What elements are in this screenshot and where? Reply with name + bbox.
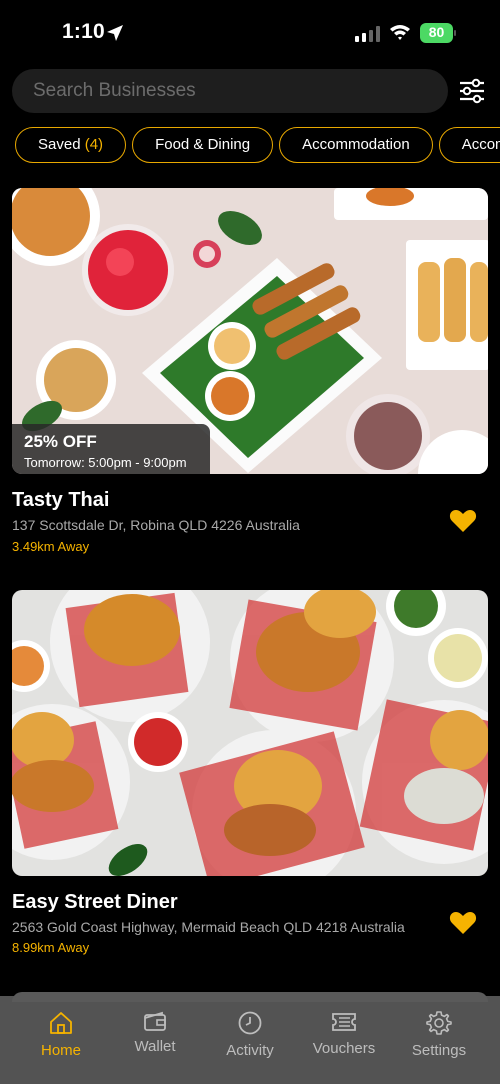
chip-accommodation[interactable]: Accommodation: [279, 127, 433, 163]
chip-saved-count: (4): [84, 136, 104, 153]
tab-home-label: Home: [40, 1042, 81, 1059]
location-arrow-icon: [107, 25, 123, 41]
tab-vouchers[interactable]: Vouchers: [296, 1006, 392, 1066]
search-input[interactable]: [33, 69, 433, 113]
home-icon: [50, 1012, 72, 1034]
battery-level: 80: [428, 24, 445, 40]
category-chips: Saved (4)Food & DiningAccommodationAccom…: [15, 127, 500, 165]
tab-home[interactable]: Home: [13, 1006, 109, 1066]
tab-settings-label: Settings: [411, 1042, 467, 1059]
tab-activity-label: Activity: [226, 1042, 274, 1059]
listing-address: 2563 Gold Coast Highway, Mermaid Beach Q…: [12, 919, 405, 935]
tab-vouchers-label: Vouchers: [312, 1040, 376, 1057]
status-bar: 1:10 80: [0, 0, 500, 64]
listing-card-tasty-thai[interactable]: 25% OFF Tomorrow: 5:00pm - 9:00pm Tasty …: [12, 188, 488, 560]
chip-saved-label: Saved: [38, 136, 81, 153]
heart-icon[interactable]: [449, 509, 477, 533]
battery-icon: 80: [420, 23, 456, 43]
listing-distance: 3.49km Away: [12, 539, 90, 554]
heart-icon[interactable]: [449, 911, 477, 935]
chip-food-dining[interactable]: Food & Dining: [132, 127, 274, 163]
gear-icon: [426, 1011, 452, 1035]
offer-badge: 25% OFF Tomorrow: 5:00pm - 9:00pm: [12, 424, 210, 474]
chip-accommodation-2[interactable]: Accommodation: [438, 127, 500, 163]
tab-bar: Home Wallet Activity Vouchers Settings: [0, 996, 500, 1084]
tab-wallet-label: Wallet: [134, 1038, 176, 1055]
wallet-icon: [144, 1011, 166, 1031]
listing-card-easy-street-diner[interactable]: Easy Street Diner 2563 Gold Coast Highwa…: [12, 590, 488, 962]
clock-icon: [238, 1011, 262, 1035]
filter-sliders-icon[interactable]: [458, 78, 486, 104]
listing-distance: 8.99km Away: [12, 940, 90, 955]
listing-photo[interactable]: 25% OFF Tomorrow: 5:00pm - 9:00pm: [12, 188, 488, 474]
listing-name[interactable]: Tasty Thai: [12, 489, 109, 512]
tab-wallet[interactable]: Wallet: [107, 1006, 203, 1066]
voucher-icon: [332, 1013, 356, 1031]
tab-activity[interactable]: Activity: [202, 1006, 298, 1066]
offer-title: 25% OFF: [24, 432, 97, 451]
offer-time: Tomorrow: 5:00pm - 9:00pm: [24, 455, 187, 470]
listing-name[interactable]: Easy Street Diner: [12, 891, 178, 914]
chip-saved[interactable]: Saved (4): [15, 127, 127, 163]
wifi-icon: [390, 25, 410, 40]
status-time: 1:10: [62, 20, 105, 43]
search-box[interactable]: [12, 69, 448, 113]
burger-food-photo: [12, 590, 488, 876]
tab-settings[interactable]: Settings: [391, 1006, 487, 1066]
listing-address: 137 Scottsdale Dr, Robina QLD 4226 Austr…: [12, 517, 300, 533]
listing-photo[interactable]: [12, 590, 488, 876]
signal-icon: [355, 26, 380, 42]
